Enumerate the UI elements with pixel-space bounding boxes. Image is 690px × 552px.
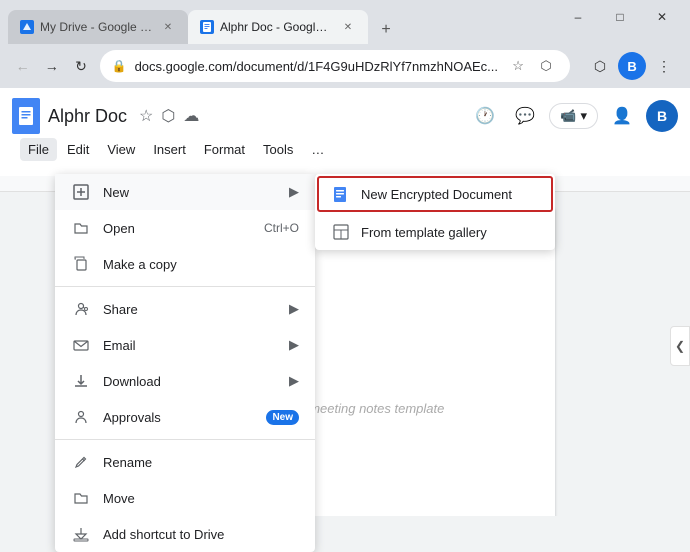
open-shortcut: Ctrl+O — [264, 221, 299, 235]
approvals-badge: New — [266, 410, 299, 425]
address-bar: ← → ↻ 🔒 docs.google.com/document/d/1F4G9… — [0, 44, 690, 88]
menu-insert[interactable]: Insert — [145, 138, 194, 161]
history-button[interactable]: 🕐 — [469, 100, 501, 132]
drive-favicon — [20, 20, 34, 34]
menu-view[interactable]: View — [99, 138, 143, 161]
open-icon — [71, 218, 91, 238]
forward-button[interactable]: → — [41, 52, 62, 80]
menu-item-open[interactable]: Open Ctrl+O — [55, 210, 315, 246]
new-tab-button[interactable]: + — [372, 16, 400, 44]
meet-button[interactable]: 📹 ▾ — [549, 103, 598, 129]
menu-item-copy-label: Make a copy — [103, 257, 299, 272]
menu-item-shortcut-label: Add shortcut to Drive — [103, 527, 299, 542]
tab-drive-label: My Drive - Google Drive — [40, 20, 154, 34]
docs-favicon — [200, 20, 214, 34]
docs-app-icon — [12, 98, 40, 134]
menu-edit[interactable]: Edit — [59, 138, 97, 161]
app-area: Alphr Doc ☆ ⬡ ☁ 🕐 💬 📹 ▾ 👤 B File Edit Vi — [0, 88, 690, 516]
reload-button[interactable]: ↻ — [70, 52, 91, 80]
menu-item-move-label: Move — [103, 491, 299, 506]
shortcut-icon — [71, 524, 91, 544]
menu-bar: File Edit View Insert Format Tools … — [12, 136, 678, 163]
share-arrow-icon: ▶ — [289, 301, 299, 317]
url-text: docs.google.com/document/d/1F4G9uHDzRlYf… — [135, 59, 498, 74]
menu-item-approvals[interactable]: Approvals New — [55, 399, 315, 435]
download-icon — [71, 371, 91, 391]
lock-icon: 🔒 — [112, 59, 127, 73]
new-submenu: New Encrypted Document From template gal… — [315, 174, 555, 250]
move-icon — [71, 488, 91, 508]
menu-item-download[interactable]: Download ▶ — [55, 363, 315, 399]
cast-icon[interactable]: ⬡ — [534, 54, 558, 78]
url-bar[interactable]: 🔒 docs.google.com/document/d/1F4G9uHDzRl… — [100, 50, 570, 82]
menu-item-share[interactable]: Share ▶ — [55, 291, 315, 327]
file-menu-dropdown: New ▶ Open Ctrl+O Make a copy Share ▶ — [55, 174, 315, 552]
new-arrow-icon: ▶ — [289, 184, 299, 200]
template-icon — [331, 222, 351, 242]
add-people-button[interactable]: 👤 — [606, 100, 638, 132]
new-encrypted-label: New Encrypted Document — [361, 187, 512, 202]
email-arrow-icon: ▶ — [289, 337, 299, 353]
profile-button[interactable]: B — [618, 52, 646, 80]
tab-docs-label: Alphr Doc - Google Docs — [220, 20, 334, 34]
close-button[interactable]: ✕ — [642, 3, 682, 31]
share-icon — [71, 299, 91, 319]
menu-item-rename[interactable]: Rename — [55, 444, 315, 480]
menu-format[interactable]: Format — [196, 138, 253, 161]
submenu-item-template[interactable]: From template gallery — [315, 214, 555, 250]
menu-button[interactable]: ⋮ — [650, 52, 678, 80]
menu-item-open-label: Open — [103, 221, 252, 236]
rename-icon — [71, 452, 91, 472]
cloud-icon[interactable]: ☁ — [183, 106, 199, 126]
menu-file[interactable]: File — [20, 138, 57, 161]
submenu-item-new-encrypted[interactable]: New Encrypted Document — [317, 176, 553, 212]
menu-item-shortcut[interactable]: Add shortcut to Drive — [55, 516, 315, 552]
tab-docs-close[interactable]: ✕ — [340, 19, 356, 35]
divider-1 — [55, 286, 315, 287]
meet-chevron: ▾ — [580, 108, 587, 124]
tab-drive[interactable]: My Drive - Google Drive ✕ — [8, 10, 188, 44]
template-gallery-label: From template gallery — [361, 225, 487, 240]
menu-item-share-label: Share — [103, 302, 277, 317]
divider-2 — [55, 439, 315, 440]
user-avatar[interactable]: B — [646, 100, 678, 132]
copy-icon — [71, 254, 91, 274]
menu-item-rename-label: Rename — [103, 455, 299, 470]
menu-item-approvals-label: Approvals — [103, 410, 254, 425]
comments-button[interactable]: 💬 — [509, 100, 541, 132]
encrypted-doc-icon — [331, 184, 351, 204]
tab-drive-close[interactable]: ✕ — [160, 19, 176, 35]
menu-more[interactable]: … — [303, 138, 332, 161]
menu-item-new-label: New — [103, 185, 277, 200]
bookmark-docs-icon[interactable]: ⬡ — [161, 106, 175, 126]
bookmark-icon[interactable]: ☆ — [506, 54, 530, 78]
docs-toolbar: Alphr Doc ☆ ⬡ ☁ 🕐 💬 📹 ▾ 👤 B File Edit Vi — [0, 88, 690, 163]
menu-item-email[interactable]: Email ▶ — [55, 327, 315, 363]
meet-icon: 📹 — [560, 108, 576, 124]
approvals-icon — [71, 407, 91, 427]
download-arrow-icon: ▶ — [289, 373, 299, 389]
sidebar-collapse-button[interactable]: ❮ — [670, 326, 690, 366]
menu-tools[interactable]: Tools — [255, 138, 301, 161]
tab-docs[interactable]: Alphr Doc - Google Docs ✕ — [188, 10, 368, 44]
maximize-button[interactable]: □ — [600, 3, 640, 31]
docs-title: Alphr Doc — [48, 106, 127, 127]
minimize-button[interactable]: – — [558, 3, 598, 31]
back-button[interactable]: ← — [12, 52, 33, 80]
menu-item-email-label: Email — [103, 338, 277, 353]
menu-item-download-label: Download — [103, 374, 277, 389]
new-icon — [71, 182, 91, 202]
menu-item-move[interactable]: Move — [55, 480, 315, 516]
star-icon[interactable]: ☆ — [139, 106, 153, 126]
extensions-button[interactable]: ⬡ — [586, 52, 614, 80]
menu-item-copy[interactable]: Make a copy — [55, 246, 315, 282]
email-icon — [71, 335, 91, 355]
menu-item-new[interactable]: New ▶ — [55, 174, 315, 210]
